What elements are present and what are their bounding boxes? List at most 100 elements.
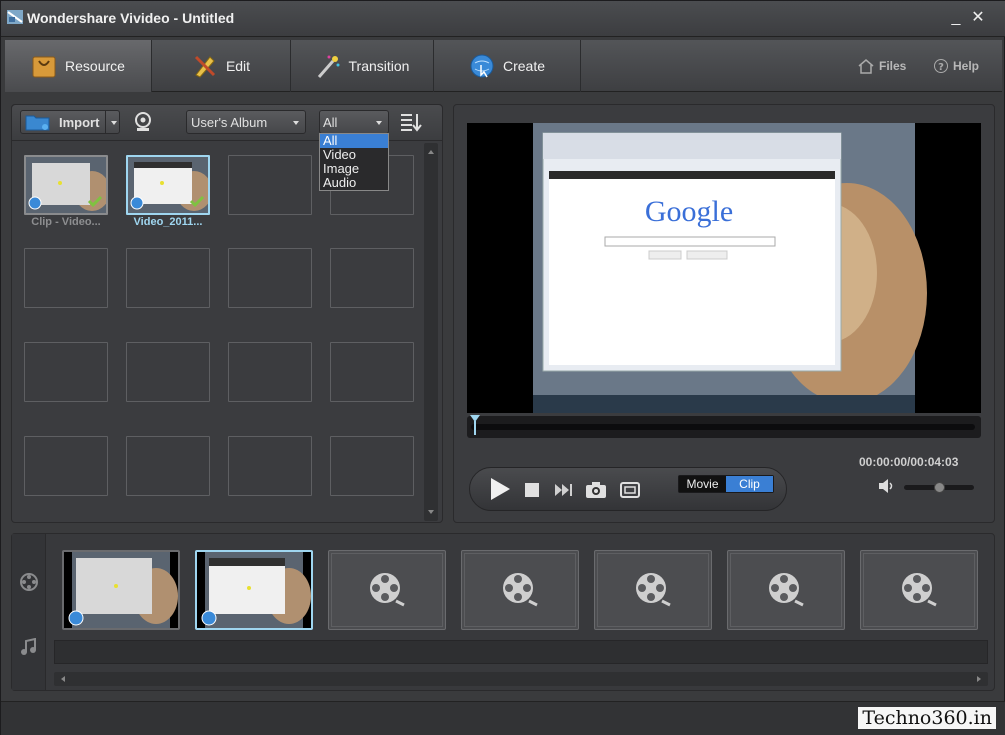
filter-option-image[interactable]: Image [320,162,388,176]
tab-resource[interactable]: Resource [5,40,151,92]
resource-grid: Clip - Video... Video_2011... [22,155,422,515]
resource-label: Clip - Video... [31,216,101,228]
timeline-clip-selected[interactable] [195,550,313,630]
empty-slot [330,248,414,308]
timeline-track-icons [12,534,46,690]
tab-edit-label: Edit [225,58,251,74]
clip-thumbnail-image [64,552,178,628]
video-preview[interactable]: Google [467,123,981,413]
scroll-right-icon[interactable] [972,672,986,686]
film-reel-icon[interactable] [19,572,39,592]
empty-slot [228,436,312,496]
fullscreen-button[interactable] [618,478,642,502]
video-thumbnail-image [128,157,208,213]
music-note-icon[interactable] [20,638,38,656]
tab-create[interactable]: Create [434,40,580,92]
mode-clip[interactable]: Clip [726,476,773,492]
filter-select-value: All [323,114,338,130]
webcam-icon[interactable] [132,111,154,133]
empty-slot [24,342,108,402]
timeline-empty-slot[interactable] [594,550,712,630]
scroll-down-icon[interactable] [424,505,438,519]
video-frame-image: Google [467,123,981,413]
empty-slot [24,248,108,308]
film-reel-icon [370,573,405,607]
svg-text:?: ? [938,62,944,73]
app-logo-icon [7,10,23,24]
empty-slot [330,436,414,496]
stop-icon [525,483,539,497]
tab-transition[interactable]: Transition [291,40,433,92]
filter-option-all[interactable]: All [320,134,388,148]
timeline-empty-slot[interactable] [860,550,978,630]
resource-panel: Import User's Album All All Video Image … [11,104,443,523]
volume-icon[interactable] [878,478,896,494]
scroll-up-icon[interactable] [424,145,438,159]
timeline-empty-slot[interactable] [328,550,446,630]
empty-slot [126,248,210,308]
timeline-scrollbar[interactable] [54,672,988,686]
film-reel-icon [902,573,937,607]
play-icon [491,478,510,500]
time-readout: 00:00:00/00:04:03 [859,455,959,469]
playhead-icon[interactable] [469,414,481,436]
sort-icon[interactable] [399,112,423,132]
pencil-ruler-icon [194,55,215,78]
chevron-down-icon [376,121,382,125]
next-frame-button[interactable] [552,478,576,502]
close-button[interactable]: ✕ [967,7,989,29]
album-select-value: User's Album [191,114,268,130]
minimize-button[interactable]: _ [945,7,967,29]
tab-create-label: Create [502,58,546,74]
tab-transition-label: Transition [348,58,410,74]
scroll-left-icon[interactable] [56,672,70,686]
volume-slider-thumb[interactable] [934,482,945,493]
timeline-clip[interactable] [62,550,180,630]
empty-slot [228,248,312,308]
filter-select[interactable]: All [319,110,389,134]
title-bar: Wondershare Vivideo - Untitled _ ✕ [1,1,1005,37]
seek-bar[interactable] [467,414,981,438]
preview-panel: Google Movie Clip 00:00:00/00:04:03 [453,104,995,523]
timeline-empty-slot[interactable] [461,550,579,630]
bag-icon [32,56,56,78]
filter-option-video[interactable]: Video [320,148,388,162]
stop-button[interactable] [520,478,544,502]
globe-arrow-icon [470,54,494,78]
play-button[interactable] [482,472,516,506]
movie-clip-toggle[interactable]: Movie Clip [678,475,774,493]
app-window: Wondershare Vivideo - Untitled _ ✕ Resou… [0,0,1005,735]
empty-slot [126,342,210,402]
help-link[interactable]: ? Help [933,58,979,74]
help-icon: ? [934,59,948,73]
empty-slot [228,155,312,215]
resource-label: Video_2011... [133,216,203,228]
import-label: Import [59,114,100,130]
snapshot-button[interactable] [584,478,608,502]
audio-track[interactable] [54,640,988,664]
home-icon [858,59,874,74]
resource-thumbnail-selected[interactable] [126,155,210,215]
mode-movie[interactable]: Movie [679,476,726,492]
resource-thumbnail[interactable] [24,155,108,215]
volume-slider[interactable] [904,482,974,493]
window-title: Wondershare Vivideo - Untitled [27,10,235,26]
help-link-label: Help [953,59,980,73]
tab-edit[interactable]: Edit [152,40,290,92]
clip-thumbnail-image [197,552,311,628]
import-dropdown-arrow-icon[interactable] [111,121,117,125]
files-link[interactable]: Files [857,58,906,74]
import-button[interactable]: Import [20,110,120,134]
empty-slot [330,342,414,402]
album-select[interactable]: User's Album [186,110,306,134]
empty-slot [126,436,210,496]
timeline-empty-slot[interactable] [727,550,845,630]
fullscreen-icon [620,482,640,498]
empty-slot [24,436,108,496]
film-reel-icon [636,573,671,607]
resource-scrollbar[interactable] [424,143,438,521]
filter-option-audio[interactable]: Audio [320,176,388,190]
tab-resource-label: Resource [65,58,125,74]
google-logo: Google [645,195,733,228]
watermark-text: Techno360.in [858,707,996,729]
